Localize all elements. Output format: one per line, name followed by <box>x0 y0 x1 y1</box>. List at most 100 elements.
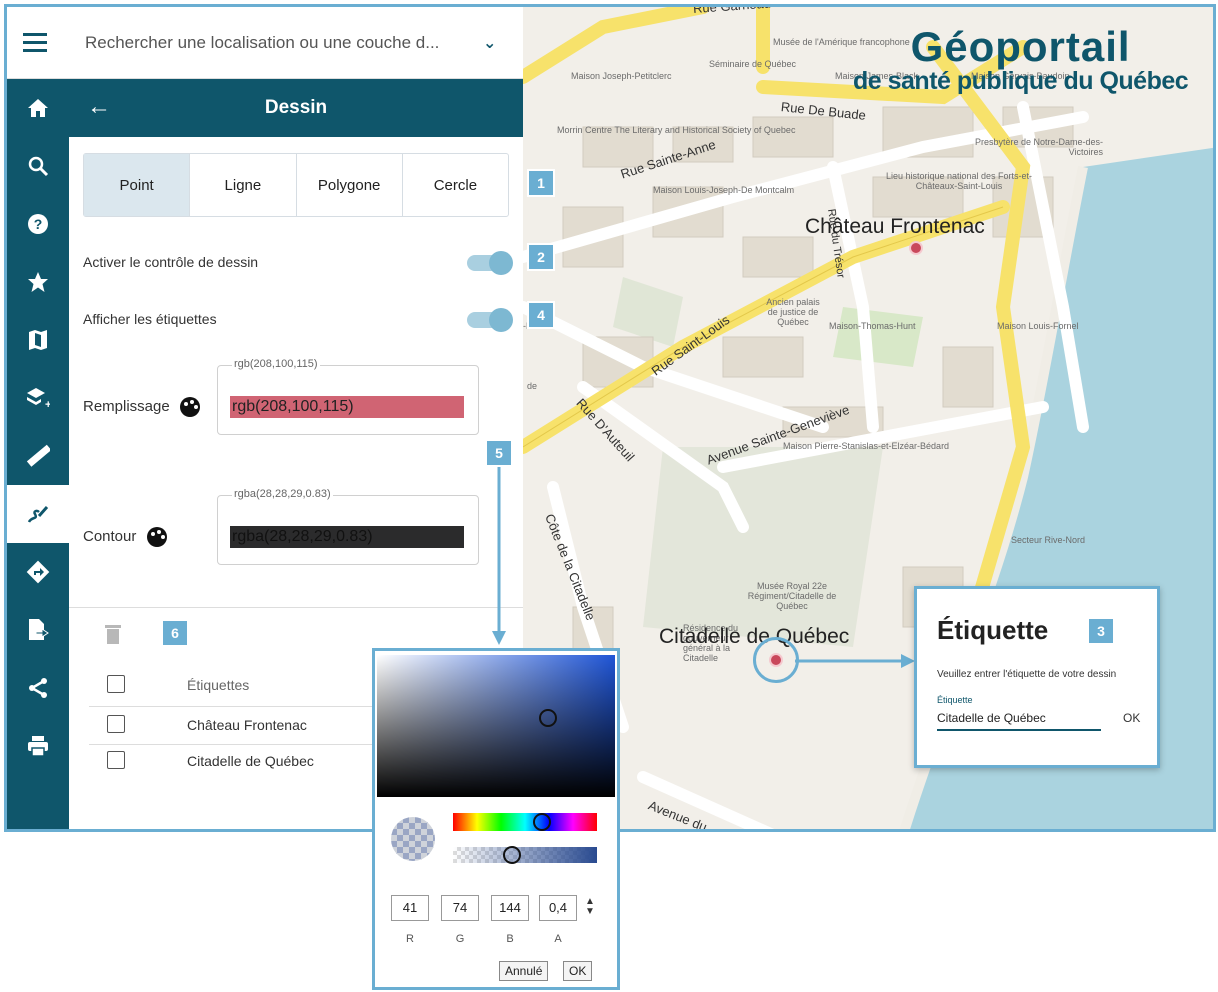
highlight-circle <box>753 637 799 683</box>
tab-line[interactable]: Ligne <box>190 154 297 216</box>
sv-cursor[interactable] <box>539 709 557 727</box>
share-icon[interactable] <box>7 659 69 717</box>
alpha-input[interactable]: 0,4 <box>539 895 577 921</box>
stroke-color-legend: rgba(28,28,29,0.83) <box>232 488 333 500</box>
map-poi-label: Ancien palais de justice de Québec <box>766 297 820 327</box>
tab-circle[interactable]: Cercle <box>403 154 508 216</box>
map-poi-label: de <box>527 381 538 391</box>
step-badge: 4 <box>527 301 555 329</box>
help-icon[interactable]: ? <box>7 195 69 253</box>
blue-input[interactable]: 144 <box>491 895 529 921</box>
divider <box>69 607 523 608</box>
step-badge: 3 <box>1087 617 1115 645</box>
home-icon[interactable] <box>7 79 69 137</box>
blue-label: B <box>506 933 514 945</box>
map-poi-label: Presbytère de Notre-Dame-des-Victoires <box>974 137 1103 157</box>
select-all-checkbox[interactable] <box>107 675 125 693</box>
search-input[interactable]: Rechercher une localisation ou une couch… <box>85 33 485 53</box>
arrow-to-dialog <box>795 654 915 668</box>
arrow-to-picker <box>492 467 506 645</box>
trash-icon[interactable] <box>105 625 121 645</box>
alpha-handle[interactable] <box>503 846 521 864</box>
brand-title: Géoportail <box>910 23 1131 70</box>
row-checkbox[interactable] <box>107 715 125 733</box>
alpha-slider[interactable] <box>453 846 597 864</box>
step-badge: 5 <box>485 439 513 467</box>
icon-rail: ? + <box>7 79 69 829</box>
fill-color-field[interactable]: rgb(208,100,115) rgb(208,100,115) <box>217 358 479 435</box>
draw-icon[interactable] <box>7 485 69 543</box>
ruler-icon[interactable] <box>7 427 69 485</box>
directions-icon[interactable] <box>7 543 69 601</box>
fill-color-legend: rgb(208,100,115) <box>232 358 320 370</box>
hue-slider[interactable] <box>453 813 597 831</box>
map-poi-label: Morrin Centre The Literary and Historica… <box>557 125 795 135</box>
add-layer-icon[interactable]: + <box>7 369 69 427</box>
green-input[interactable]: 74 <box>441 895 479 921</box>
search-icon[interactable] <box>7 137 69 195</box>
cancel-button[interactable]: Annulé <box>499 961 549 981</box>
palette-icon[interactable] <box>179 397 200 417</box>
brand-logo: Géoportail de santé publique du Québec <box>853 23 1189 94</box>
search-bar: Rechercher une localisation ou une couch… <box>7 7 523 79</box>
svg-text:?: ? <box>34 216 43 232</box>
enable-draw-label: Activer le contrôle de dessin <box>83 254 259 270</box>
palette-icon[interactable] <box>146 527 167 547</box>
stroke-label: Contour <box>83 527 167 547</box>
geometry-tabs: Point Ligne Polygone Cercle <box>83 153 509 217</box>
map-poi-label: Maison Louis-Fornel <box>997 321 1079 331</box>
export-icon[interactable] <box>7 601 69 659</box>
show-labels-label: Afficher les étiquettes <box>83 311 217 327</box>
label-input[interactable] <box>937 707 1101 731</box>
map-poi-label: Musée de l'Amérique francophone <box>773 37 910 47</box>
green-label: G <box>455 933 465 945</box>
ok-button[interactable]: OK <box>1123 711 1140 725</box>
step-badge: 1 <box>527 169 555 197</box>
panel-header: ← Dessin <box>69 79 523 137</box>
stroke-color-value[interactable]: rgba(28,28,29,0.83) <box>230 526 464 548</box>
map-poi-label: Maison-Thomas-Hunt <box>829 321 916 331</box>
fill-label: Remplissage <box>83 397 200 417</box>
place-label: Citadelle de Québec <box>659 625 850 648</box>
fill-color-value[interactable]: rgb(208,100,115) <box>230 396 464 418</box>
row-checkbox[interactable] <box>107 751 125 769</box>
place-label: Château Frontenac <box>805 215 985 238</box>
map-poi-label: Lieu historique national des Forts-et-Ch… <box>885 171 1033 191</box>
map-poi-label: Musée Royal 22e Régiment/Citadelle de Qu… <box>747 581 837 611</box>
row-divider <box>89 744 389 745</box>
hue-handle[interactable] <box>533 813 551 831</box>
list-item[interactable]: Citadelle de Québec <box>187 753 314 769</box>
row-divider <box>89 706 389 707</box>
enable-draw-toggle[interactable] <box>467 251 513 275</box>
red-input[interactable]: 41 <box>391 895 429 921</box>
ok-button[interactable]: OK <box>563 961 593 981</box>
tab-polygon[interactable]: Polygone <box>297 154 403 216</box>
alpha-label: A <box>554 933 562 945</box>
color-picker: 41 74 144 0,4 ▲ ▼ R G B A Annulé OK <box>372 648 620 990</box>
map-poi-label: Séminaire de Québec <box>709 59 797 69</box>
map-point-marker[interactable] <box>909 241 923 255</box>
panel-title: Dessin <box>264 97 328 118</box>
map-icon[interactable] <box>7 311 69 369</box>
tab-point[interactable]: Point <box>84 154 191 216</box>
list-header: Étiquettes <box>187 677 250 693</box>
red-label: R <box>406 933 414 945</box>
map-poi-label: Maison Louis-Joseph-De Montcalm <box>653 185 795 195</box>
list-item[interactable]: Château Frontenac <box>187 717 307 733</box>
stroke-color-field[interactable]: rgba(28,28,29,0.83) rgba(28,28,29,0.83) <box>217 488 479 565</box>
map-poi-label: Secteur Rive-Nord <box>1011 535 1086 545</box>
hamburger-menu-icon[interactable] <box>23 33 47 53</box>
color-preview <box>391 817 435 861</box>
stroke-label-text: Contour <box>83 527 137 545</box>
dialog-field-label: Étiquette <box>937 695 973 705</box>
format-toggle-icon[interactable]: ▲ ▼ <box>585 897 595 917</box>
print-icon[interactable] <box>7 717 69 775</box>
svg-text:+: + <box>45 399 50 410</box>
fill-label-text: Remplissage <box>83 397 170 415</box>
show-labels-toggle[interactable] <box>467 308 513 332</box>
map-poi-label: Maison Joseph-Petitclerc <box>571 71 672 81</box>
saturation-value-area[interactable] <box>377 655 615 797</box>
dialog-message: Veuillez entrer l'étiquette de votre des… <box>937 669 1117 680</box>
chevron-down-icon[interactable]: ⌄ <box>483 33 496 53</box>
star-icon[interactable] <box>7 253 69 311</box>
